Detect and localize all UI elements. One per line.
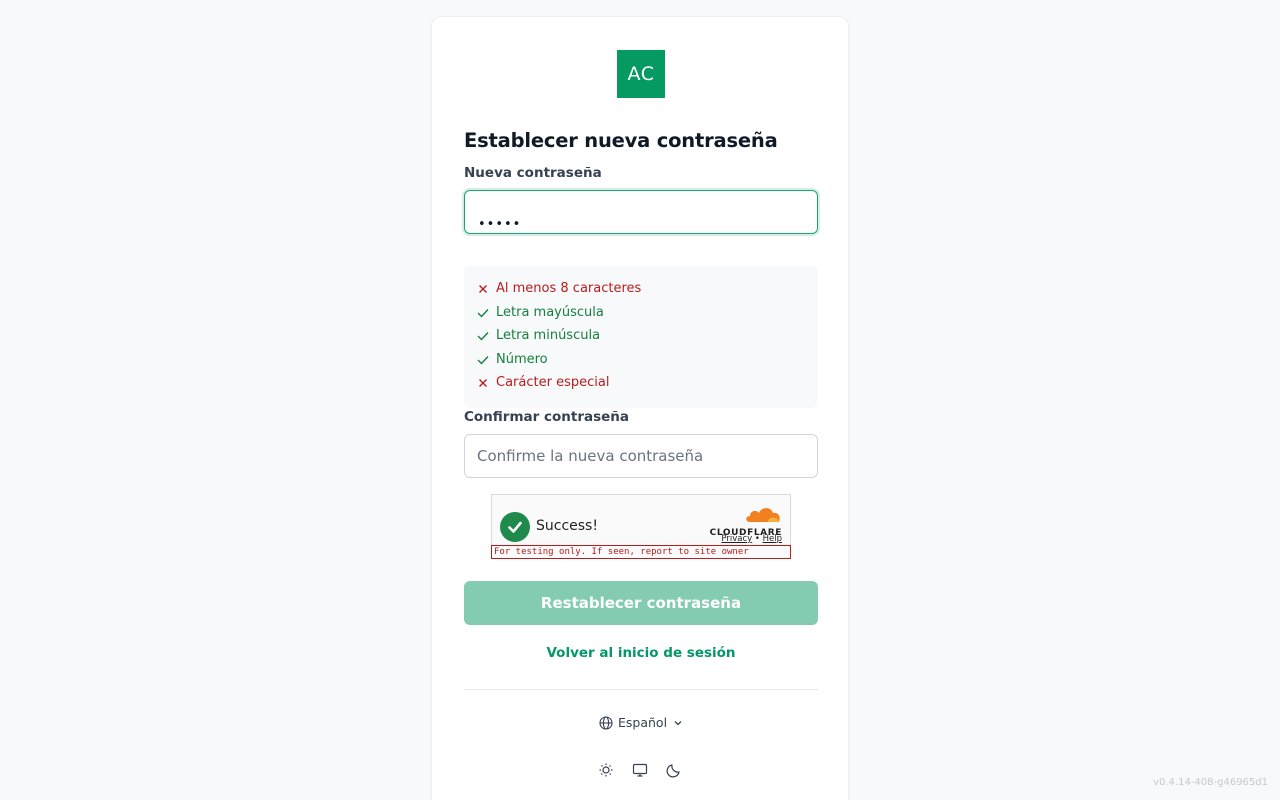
app-logo: AC (617, 50, 665, 98)
password-requirements: Al menos 8 caracteres Letra mayúscula Le… (464, 266, 818, 408)
requirement-number: Número (476, 352, 548, 367)
new-password-value: ••••• (478, 217, 522, 232)
reset-password-button[interactable]: Restablecer contraseña (464, 581, 818, 625)
privacy-link[interactable]: Privacy (721, 534, 752, 544)
globe-icon (599, 715, 613, 730)
turnstile-links: Privacy • Help (721, 534, 782, 544)
turnstile-status: Success! (536, 518, 598, 534)
divider (464, 689, 818, 690)
back-to-login-link[interactable]: Volver al inicio de sesión (432, 645, 850, 661)
moon-icon[interactable] (664, 760, 684, 780)
confirm-password-input[interactable] (464, 434, 818, 478)
monitor-icon[interactable] (630, 760, 650, 780)
requirement-text: Letra minúscula (496, 328, 601, 343)
requirement-text: Carácter especial (496, 375, 610, 390)
help-link[interactable]: Help (763, 534, 782, 544)
link-separator: • (754, 534, 760, 544)
x-icon (476, 376, 490, 390)
turnstile-test-notice: For testing only. If seen, report to sit… (491, 545, 791, 559)
requirement-text: Letra mayúscula (496, 305, 604, 320)
sun-icon[interactable] (596, 760, 616, 780)
success-check-icon (500, 512, 530, 542)
check-icon (476, 329, 490, 343)
cloud-icon (746, 508, 780, 522)
check-icon (476, 353, 490, 367)
requirement-text: Al menos 8 caracteres (496, 281, 642, 296)
new-password-label: Nueva contraseña (464, 165, 602, 181)
page-title: Establecer nueva contraseña (464, 129, 778, 152)
chevron-down-icon (674, 720, 682, 725)
confirm-password-label: Confirmar contraseña (464, 409, 630, 425)
requirement-text: Número (496, 352, 548, 367)
x-icon (476, 282, 490, 296)
requirement-min-length: Al menos 8 caracteres (476, 281, 641, 296)
requirement-lowercase: Letra minúscula (476, 328, 600, 343)
requirement-special-char: Carácter especial (476, 375, 609, 390)
reset-password-card: AC Establecer nueva contraseña Nueva con… (431, 16, 849, 800)
theme-switcher (596, 760, 698, 780)
version-label: v0.4.14-408-g46965d1 (1153, 777, 1268, 788)
language-label: Español (618, 715, 668, 730)
requirement-uppercase: Letra mayúscula (476, 305, 604, 320)
language-selector[interactable]: Español (599, 715, 688, 730)
check-icon (476, 306, 490, 320)
